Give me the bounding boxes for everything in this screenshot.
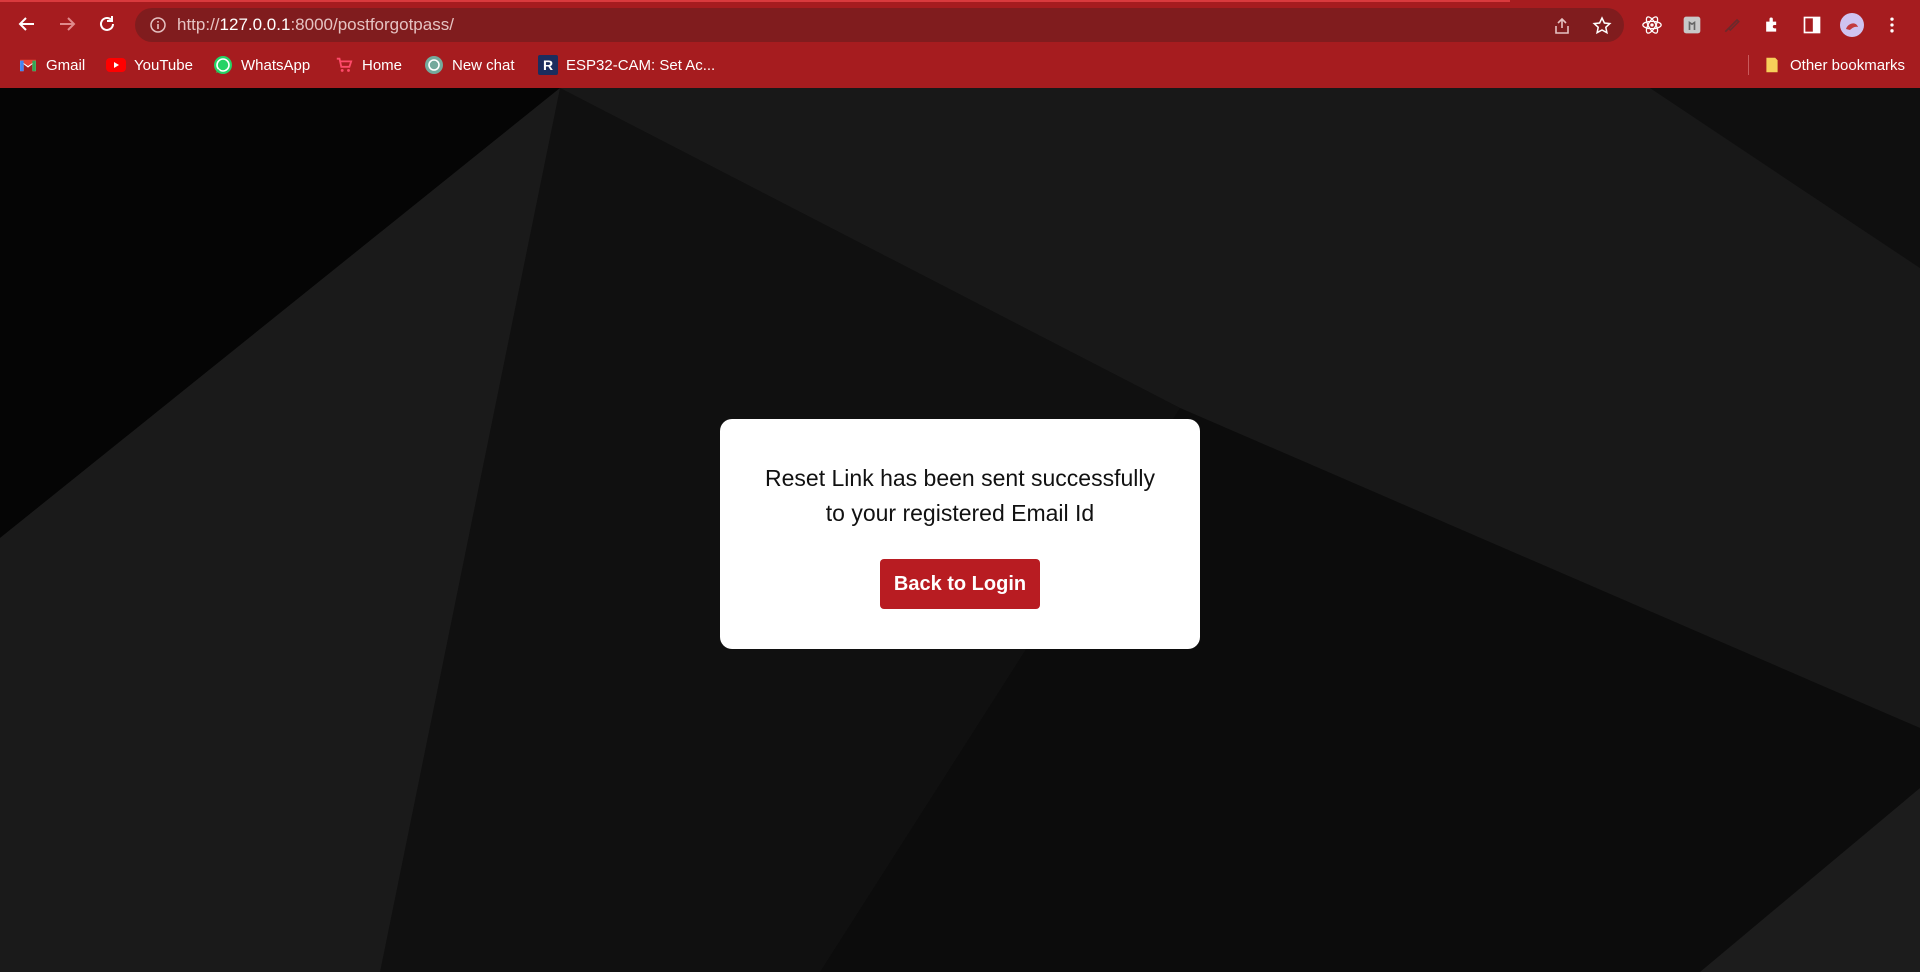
back-to-login-button[interactable]: Back to Login: [880, 559, 1040, 609]
bookmark-whatsapp[interactable]: WhatsApp: [213, 54, 310, 76]
bookmark-esp32[interactable]: R ESP32-CAM: Set Ac...: [538, 54, 715, 76]
url-path: :8000/postforgotpass/: [290, 15, 454, 34]
bookmark-label: New chat: [452, 56, 515, 74]
react-devtools-icon[interactable]: [1640, 13, 1664, 37]
confirmation-message: Reset Link has been sent successfully to…: [760, 461, 1160, 531]
forward-button[interactable]: [52, 9, 82, 39]
folder-icon: [1762, 55, 1782, 75]
bookmark-label: Home: [362, 56, 403, 74]
back-button[interactable]: [12, 9, 42, 39]
side-panel-icon[interactable]: [1800, 13, 1824, 37]
reset-confirmation-card: Reset Link has been sent successfully to…: [720, 419, 1200, 649]
other-bookmarks-label: Other bookmarks: [1790, 56, 1906, 74]
message-line-1: Reset Link has been sent successfully: [765, 465, 1155, 491]
bookmark-youtube[interactable]: YouTube: [106, 54, 193, 76]
star-icon[interactable]: [1592, 16, 1612, 36]
chatgpt-icon: [424, 55, 444, 75]
page-viewport: Reset Link has been sent successfully to…: [0, 88, 1920, 972]
bookmarks-bar: Gmail YouTube WhatsApp Home New chat R E…: [0, 50, 1920, 80]
bookmark-new-chat[interactable]: New chat: [424, 54, 515, 76]
url-host: 127.0.0.1: [219, 15, 291, 34]
svg-text:R: R: [543, 57, 553, 73]
bookmark-label: ESP32-CAM: Set Ac...: [566, 56, 716, 74]
other-bookmarks[interactable]: Other bookmarks: [1762, 54, 1905, 76]
share-icon[interactable]: [1552, 16, 1572, 36]
url-scheme: http://: [177, 15, 220, 34]
arrow-left-icon: [18, 17, 34, 31]
browser-toolbar: http://127.0.0.1:8000/postforgotpass/: [0, 4, 1920, 46]
address-bar[interactable]: http://127.0.0.1:8000/postforgotpass/: [135, 8, 1624, 42]
bookmark-home[interactable]: Home: [334, 54, 402, 76]
youtube-icon: [106, 55, 126, 75]
extension-icon[interactable]: [1720, 13, 1744, 37]
bookmarks-divider: [1748, 55, 1749, 75]
cart-icon: [334, 55, 354, 75]
puzzle-icon[interactable]: [1760, 13, 1784, 37]
menu-dots-icon[interactable]: [1880, 13, 1904, 37]
site-info-icon[interactable]: [149, 16, 167, 34]
avatar[interactable]: [1840, 13, 1864, 37]
browser-chrome: http://127.0.0.1:8000/postforgotpass/ Gm…: [0, 0, 1920, 88]
gmail-icon: [18, 55, 38, 75]
message-line-2: to your registered Email Id: [825, 500, 1095, 526]
r-icon: R: [538, 55, 558, 75]
bookmark-gmail[interactable]: Gmail: [18, 54, 85, 76]
whatsapp-icon: [213, 55, 233, 75]
reload-button[interactable]: [92, 9, 122, 39]
bookmark-label: WhatsApp: [241, 56, 311, 74]
extension-icon[interactable]: [1680, 13, 1704, 37]
reload-icon: [100, 16, 114, 31]
bookmark-label: YouTube: [134, 56, 193, 74]
arrow-right-icon: [60, 17, 76, 31]
bookmark-label: Gmail: [46, 56, 86, 74]
url-text[interactable]: http://127.0.0.1:8000/postforgotpass/: [177, 15, 454, 35]
